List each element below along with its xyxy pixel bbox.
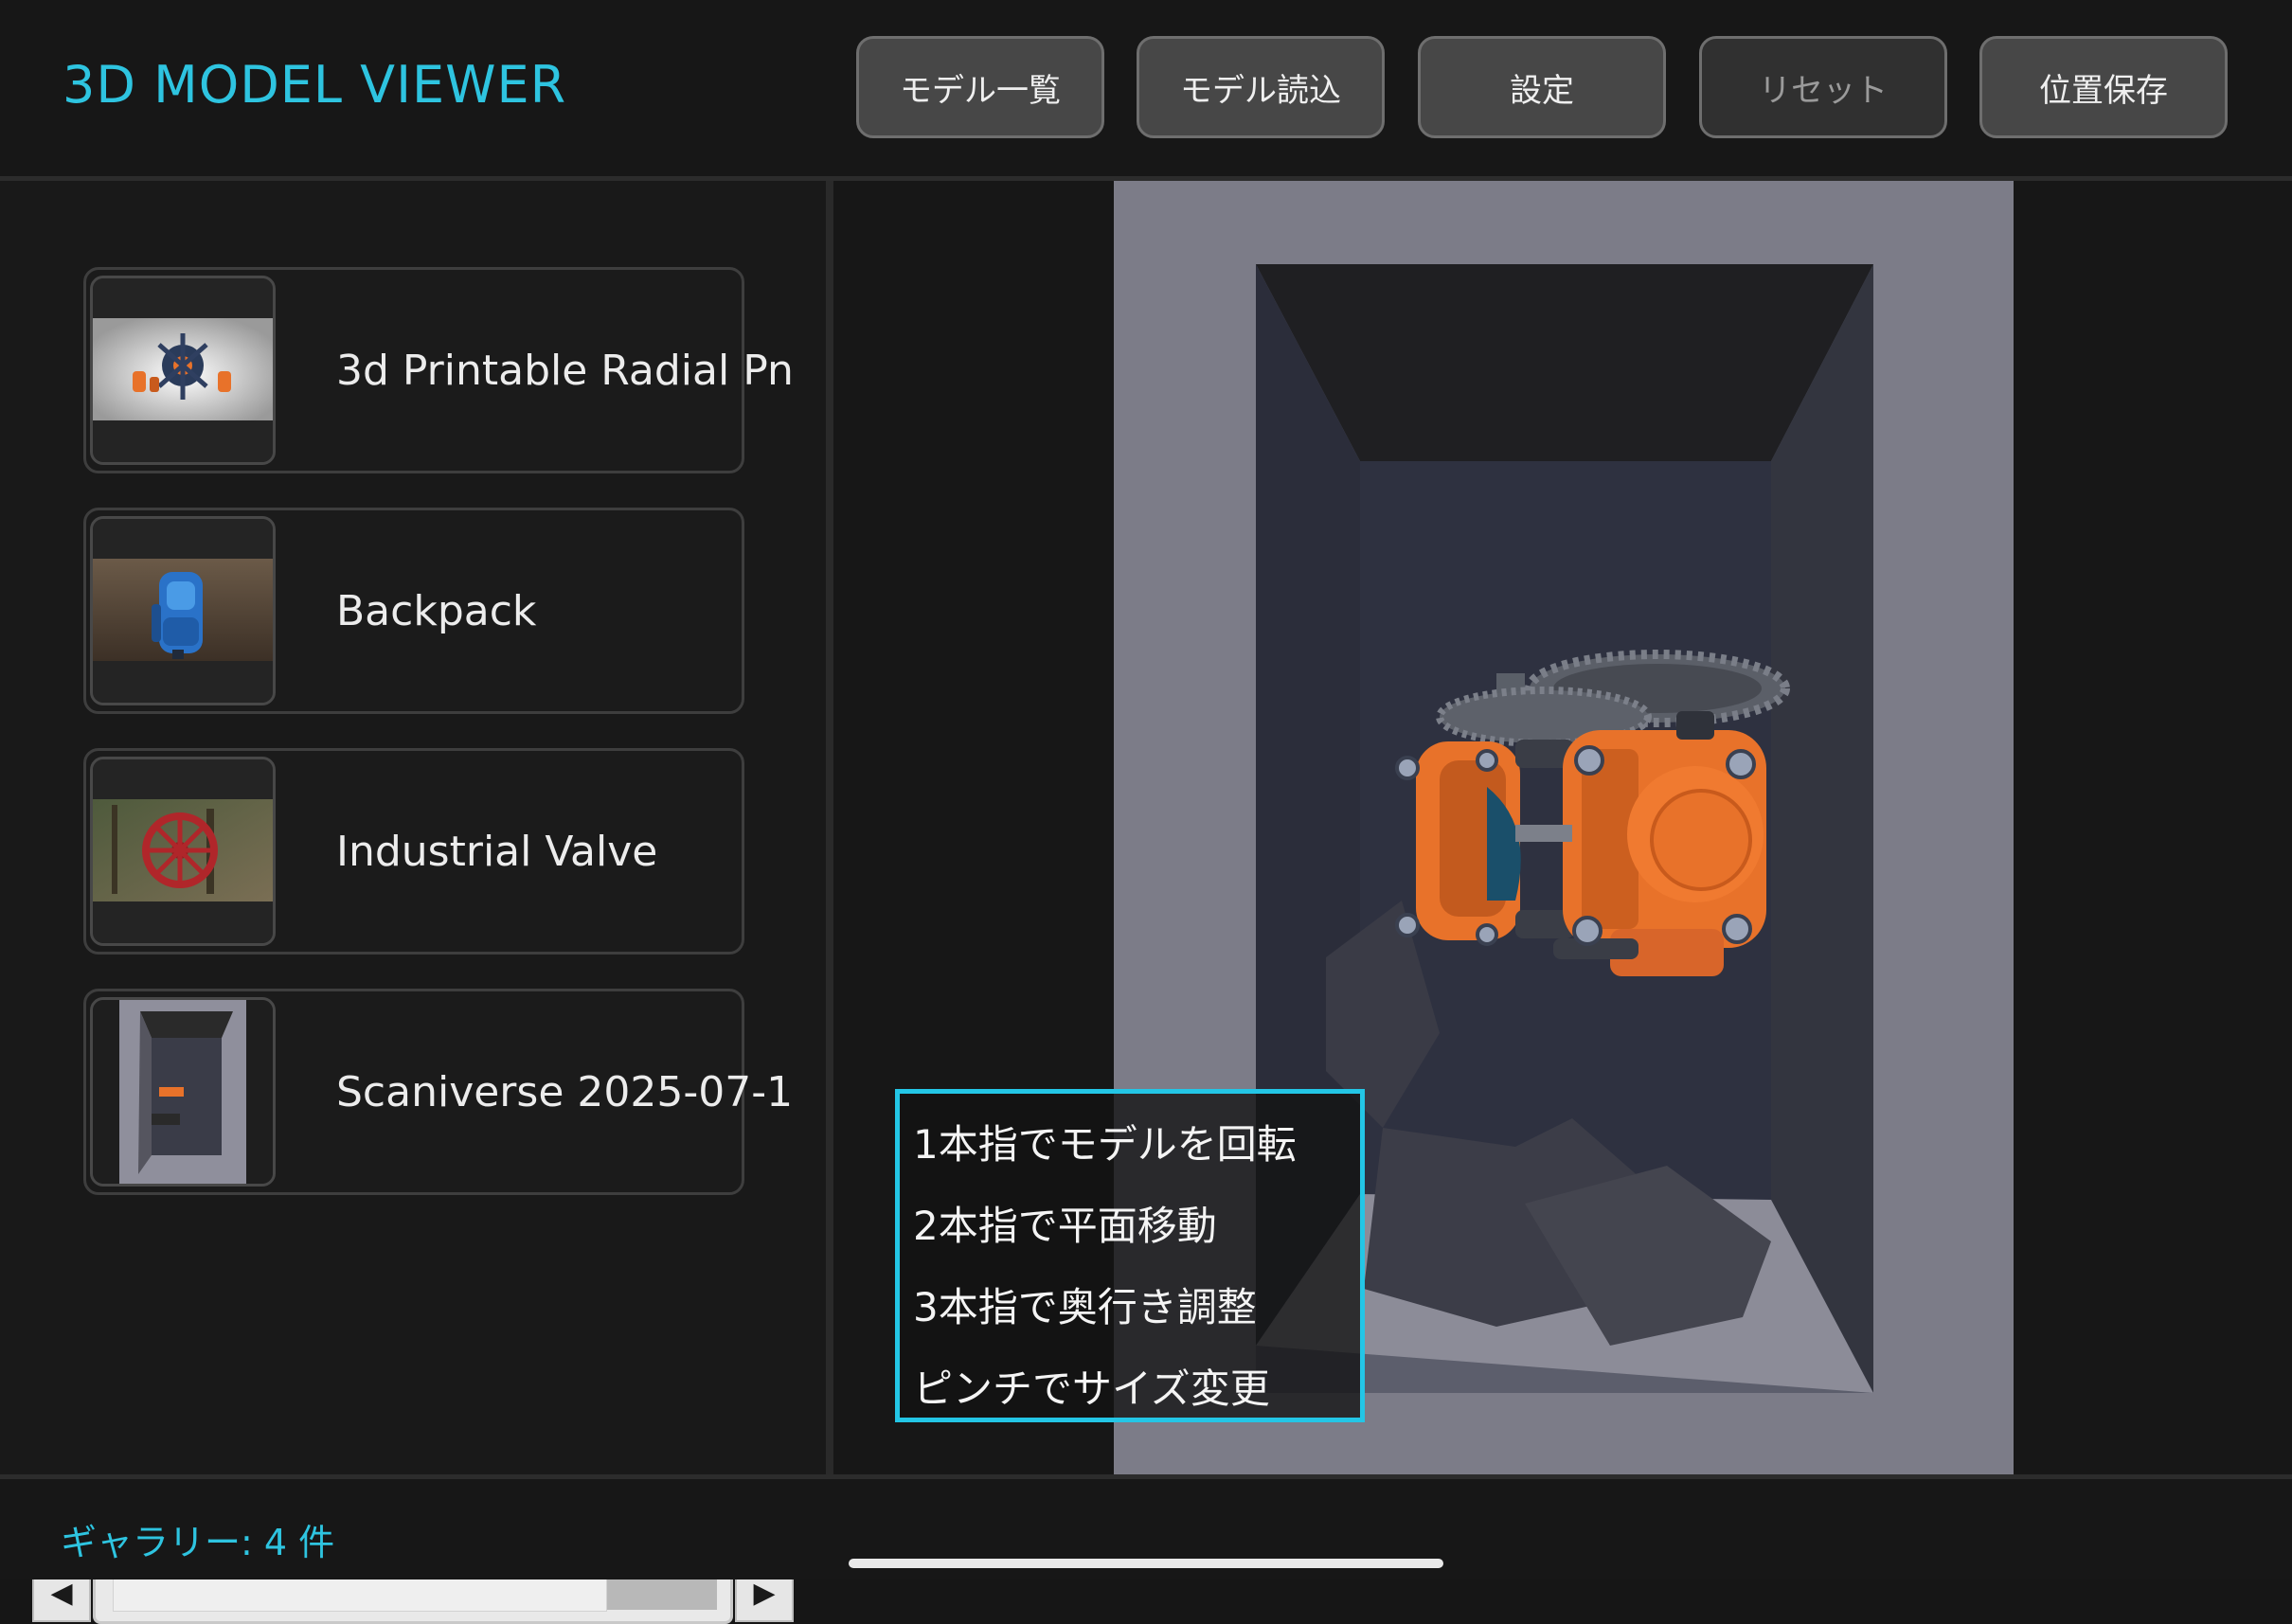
help-depth-text: 3本指で奥行き調整 (913, 1284, 1257, 1330)
gallery-item-label: Industrial Valve (336, 827, 658, 876)
gallery-item-scaniverse[interactable]: Scaniverse 2025-07-17 (83, 989, 791, 1195)
model-list-button[interactable]: モデル一覧 (856, 36, 1104, 138)
model-load-button[interactable]: モデル読込 (1137, 36, 1385, 138)
gallery-item-label: 3d Printable Radial Pneumatic Engine (336, 346, 791, 395)
gesture-help-panel: 1本指でモデルを回転 2本指で平面移動 3本指で奥行き調整 ピンチでサイズ変更 (895, 1089, 1365, 1422)
top-bar: 3D MODEL VIEWER モデル一覧 モデル読込 設定 リセット 位置保存 (0, 0, 2292, 176)
model-gallery: 3d Printable Radial Pneumatic Engine Bac… (0, 181, 826, 1624)
panel-divider (826, 181, 833, 1474)
status-bar: ギャラリー: 4 件 (0, 1474, 2292, 1579)
settings-button[interactable]: 設定 (1418, 36, 1666, 138)
scrollbar-thumb[interactable] (113, 1578, 607, 1612)
radial-engine-thumbnail (90, 276, 276, 465)
help-rotate-text: 1本指でモデルを回転 (913, 1121, 1297, 1168)
save-position-button[interactable]: 位置保存 (1979, 36, 2228, 138)
help-pinch-text: ピンチでサイズ変更 (913, 1365, 1270, 1412)
app-title: 3D MODEL VIEWER (63, 55, 567, 115)
gallery-item-industrial-valve[interactable]: Industrial Valve (83, 748, 744, 955)
industrial-valve-thumbnail (90, 757, 276, 946)
backpack-thumbnail (90, 516, 276, 705)
reset-button[interactable]: リセット (1699, 36, 1947, 138)
gallery-item-backpack[interactable]: Backpack (83, 508, 744, 714)
gallery-count-label: ギャラリー: 4 件 (61, 1522, 335, 1563)
gallery-item-label: Backpack (336, 586, 537, 635)
gallery-item-radial-engine[interactable]: 3d Printable Radial Pneumatic Engine (83, 267, 791, 473)
home-indicator[interactable] (849, 1559, 1443, 1568)
scaniverse-room-thumbnail (90, 997, 276, 1187)
gallery-item-label: Scaniverse 2025-07-17 (336, 1067, 791, 1116)
help-pan-text: 2本指で平面移動 (913, 1203, 1217, 1249)
